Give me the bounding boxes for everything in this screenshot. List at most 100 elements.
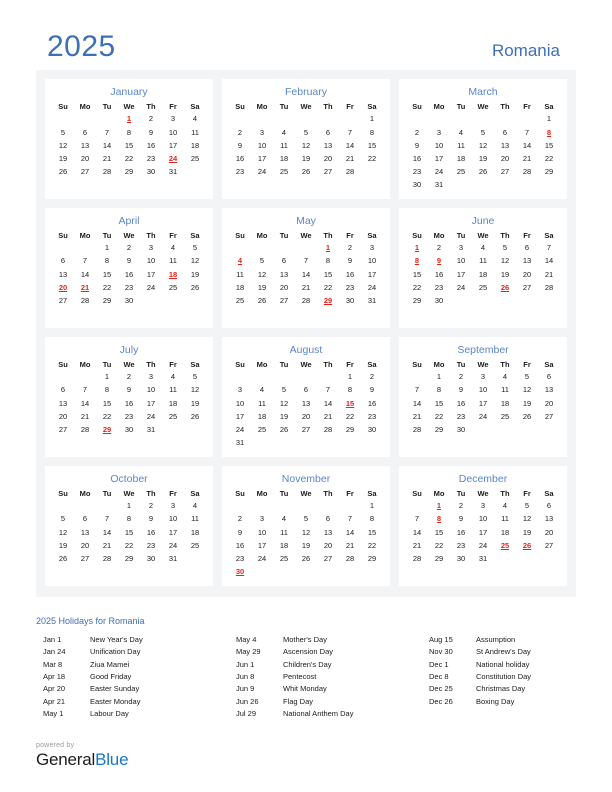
day-cell: 2 [237,514,243,524]
holiday-name: Easter Monday [90,696,141,706]
day-cell-empty [74,500,96,513]
day-cell: 13 [301,398,311,408]
day-cell: 25 [168,411,178,421]
day-cell-empty [450,295,472,308]
weekday-header: Su [235,101,245,111]
month-card: October Su Mo Tu We Th Fr Sa 1 2 3 4 5 6 7 8 9 10 11 12 13 14… [45,465,213,586]
day-cell: 10 [434,140,444,150]
day-cell-empty [317,179,339,192]
day-cell: 7 [104,127,110,137]
day-cell-empty [74,371,96,384]
day-cell-empty [295,242,317,255]
day-cell: 28 [412,425,422,434]
day-cell: 3 [458,243,464,253]
day-cell: 13 [58,269,68,279]
day-cell-empty [339,437,361,450]
day-cell: 3 [436,127,442,137]
weekday-header: We [300,488,312,498]
holiday-list-item: Dec 26 Boxing Day [429,697,612,706]
day-cell: 18 [500,398,510,408]
day-cell-empty [494,437,516,450]
year-title: 2025 [47,30,116,63]
weekday-header: Th [500,101,510,111]
holiday-name: Whit Monday [283,684,327,694]
day-cell: 5 [303,514,309,524]
week-row [52,566,206,579]
weekday-header: Fr [346,488,354,498]
day-cell: 26 [190,411,200,421]
holiday-list-item: Aug 15 Assumption [429,635,612,644]
day-cell-empty [516,308,538,321]
day-cell-holiday: 29 [323,296,333,306]
weekday-header: Fr [523,488,531,498]
month-title: August [289,343,323,356]
day-cell: 5 [303,127,309,137]
day-cell: 28 [80,296,90,306]
day-cell-empty [472,566,494,579]
day-cell: 18 [279,540,289,550]
day-cell-empty [74,242,96,255]
day-cell-empty [472,295,494,308]
day-cell: 22 [345,411,355,421]
day-cell-empty [317,566,339,579]
day-cell: 8 [369,514,375,524]
day-cell: 27 [58,425,68,434]
day-cell: 3 [480,501,486,511]
day-cell: 19 [500,269,510,279]
day-cell: 25 [279,553,289,563]
day-cell-empty [361,308,383,321]
month-title: February [284,86,327,98]
weekday-header: Mo [433,230,445,240]
day-cell-empty [162,566,184,579]
day-cell-empty [339,113,361,126]
day-cell: 9 [237,527,243,537]
day-cell: 23 [146,153,156,163]
weekday-header: Fr [523,101,531,111]
day-cell: 13 [500,140,510,150]
day-cell: 22 [323,282,333,292]
weekday-header: Su [235,488,245,498]
day-cell: 27 [301,425,311,434]
weekday-header: Th [323,488,333,498]
day-cell: 26 [478,167,488,177]
day-cell-empty [494,566,516,579]
holiday-list-item: Dec 8 Constitution Day [429,672,612,681]
holiday-date: Jun 1 [236,659,255,669]
day-cell: 6 [546,501,552,511]
day-cell-empty [96,500,118,513]
day-cell: 24 [478,411,488,421]
week-row: 23 24 25 26 27 28 [229,166,383,179]
day-cell: 30 [124,425,134,434]
day-cell: 12 [58,527,68,537]
day-cell: 30 [146,167,156,177]
day-cell: 23 [146,540,156,550]
day-cell: 6 [502,127,508,137]
day-cell: 1 [104,372,110,382]
month-table: Su Mo Tu We Th Fr Sa 1 2 3 4 5 6 7 8 9 10 11 12 13 14 15 16 17 1… [229,231,383,321]
day-cell: 13 [323,140,333,150]
day-cell: 22 [412,282,422,292]
month-title: November [281,472,331,485]
day-cell: 4 [502,501,508,511]
day-cell-empty [229,500,251,513]
week-row: 1 2 3 4 5 6 [406,500,560,513]
day-cell: 10 [478,514,488,524]
day-cell: 17 [434,153,444,163]
week-row: 3 4 5 6 7 8 9 [229,384,383,397]
holiday-date: Apr 21 [43,696,66,706]
day-cell-empty [472,424,494,437]
holidays-title: 2025 Holidays for Romania [36,615,145,626]
day-cell: 27 [544,411,554,421]
day-cell: 18 [235,282,245,292]
weekday-header: Sa [367,230,377,240]
day-cell: 30 [367,425,377,434]
day-cell: 4 [480,243,486,253]
week-row: 26 27 28 29 30 31 [52,166,206,179]
holiday-name: Good Friday [90,671,132,681]
day-cell-empty [538,179,560,192]
weekday-header: Sa [190,359,200,369]
day-cell-empty [516,566,538,579]
day-cell: 5 [259,256,265,266]
day-cell-empty [118,566,140,579]
day-cell-empty [295,179,317,192]
